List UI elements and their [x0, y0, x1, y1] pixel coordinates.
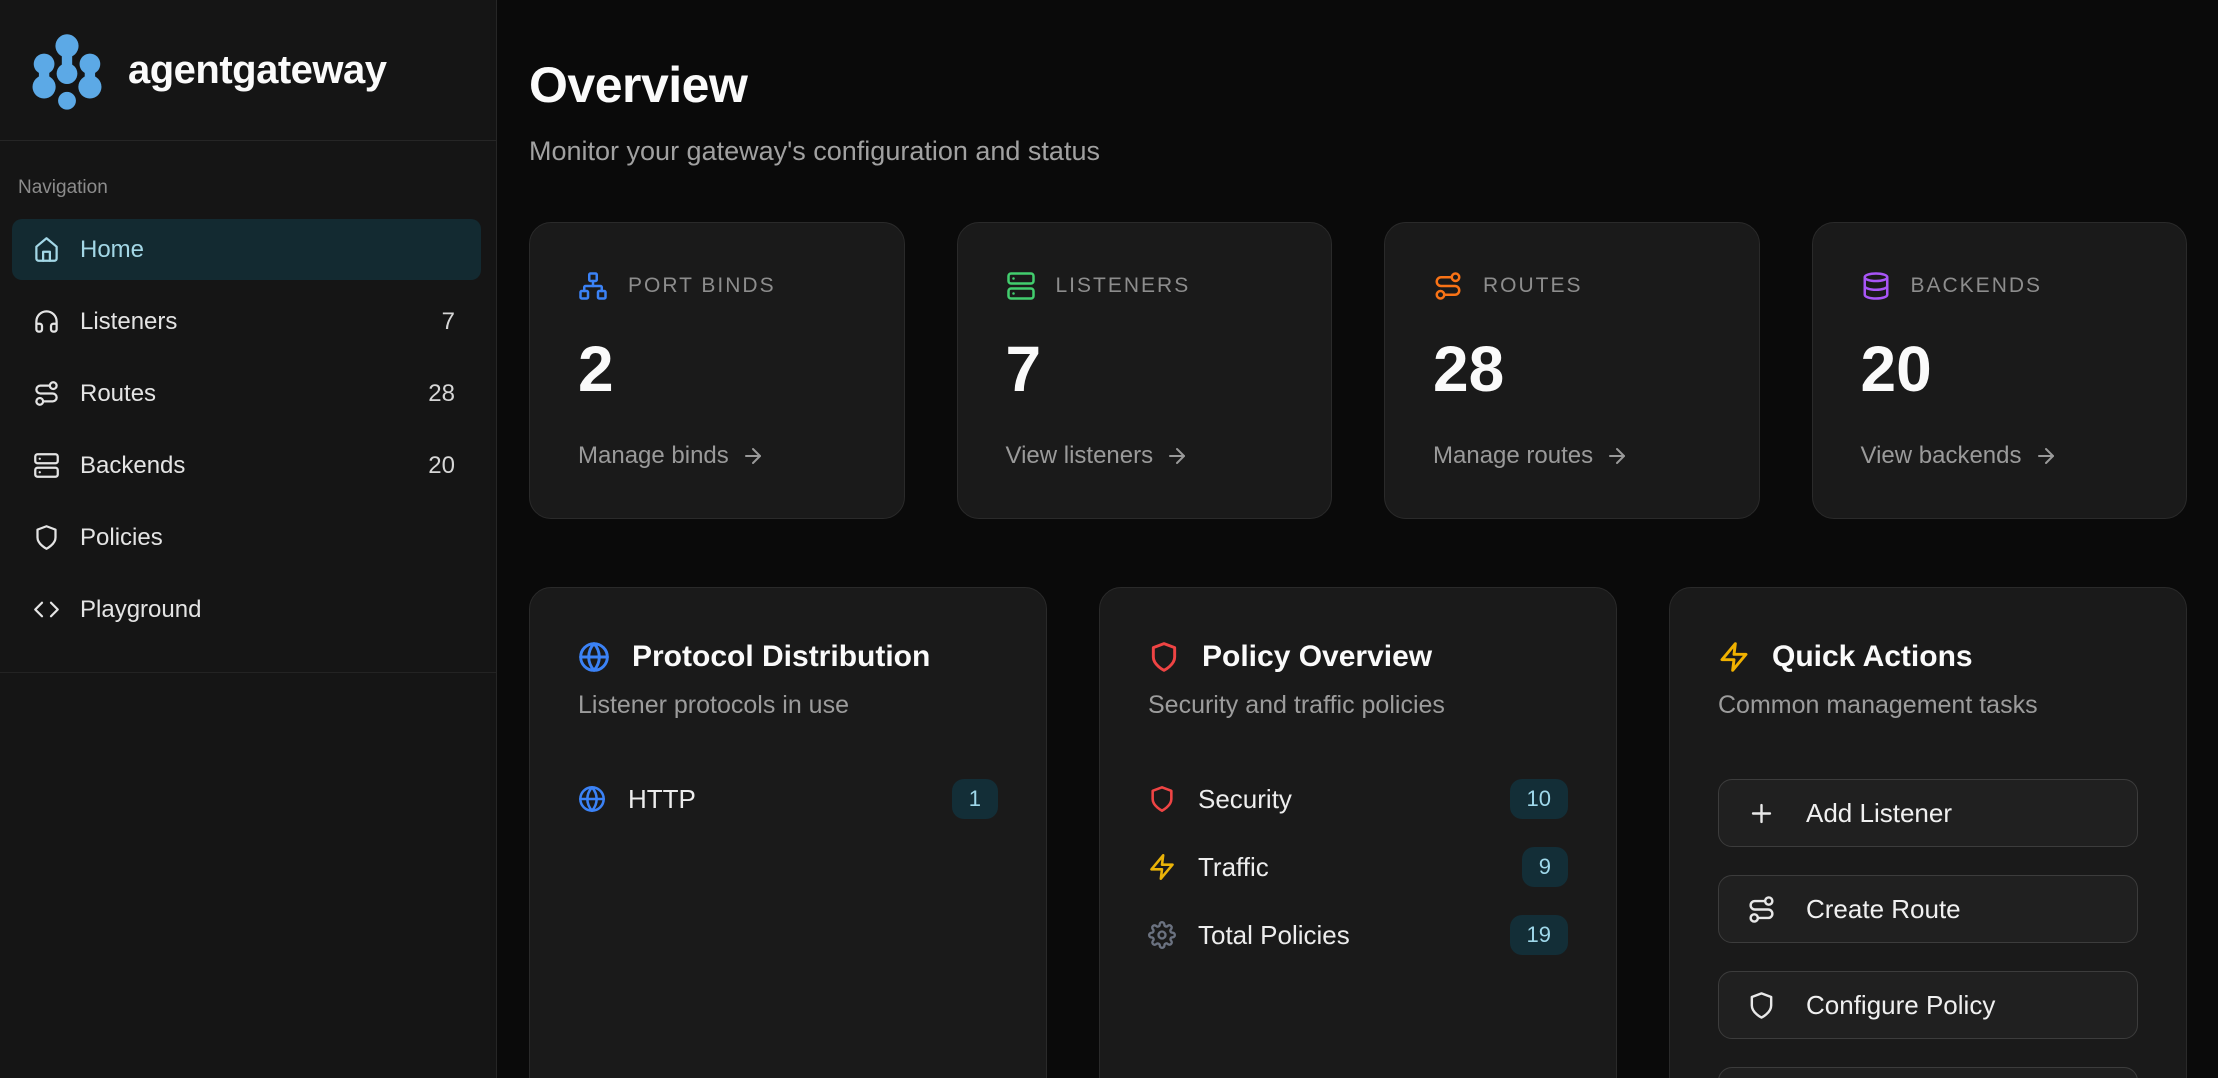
sidebar-nav: Navigation Home Listeners 7 Routes 28 — [0, 141, 496, 673]
database-icon — [1861, 271, 1891, 301]
lightning-icon — [1718, 641, 1750, 673]
globe-icon — [578, 785, 606, 813]
stat-label: LISTENERS — [1056, 274, 1191, 298]
protocol-count-badge: 1 — [952, 779, 998, 819]
sidebar: agentgateway Navigation Home Listeners 7… — [0, 0, 497, 1078]
stats-row: PORT BINDS 2 Manage binds LISTENERS 7 Vi… — [529, 222, 2187, 519]
stat-card-listeners: LISTENERS 7 View listeners — [957, 222, 1333, 519]
protocol-distribution-card: Protocol Distribution Listener protocols… — [529, 587, 1047, 1078]
quick-action-button-partial[interactable] — [1718, 1067, 2138, 1078]
server-icon — [33, 452, 60, 479]
policy-row-total: Total Policies 19 — [1148, 911, 1568, 959]
quick-action-label: Create Route — [1806, 894, 1961, 925]
nav-section-label: Navigation — [18, 177, 481, 199]
stat-label: PORT BINDS — [628, 274, 776, 298]
route-icon — [1747, 895, 1776, 924]
globe-icon — [578, 641, 610, 673]
arrow-right-icon — [1165, 444, 1189, 468]
sidebar-item-playground[interactable]: Playground — [12, 579, 481, 640]
sidebar-item-listeners[interactable]: Listeners 7 — [12, 291, 481, 352]
quick-actions-card: Quick Actions Common management tasks Ad… — [1669, 587, 2187, 1078]
sidebar-item-count: 7 — [442, 308, 455, 336]
stat-value: 2 — [578, 333, 856, 405]
policy-row-traffic: Traffic 9 — [1148, 843, 1568, 891]
manage-binds-link[interactable]: Manage binds — [578, 442, 856, 470]
route-icon — [33, 380, 60, 407]
sidebar-item-label: Routes — [80, 380, 428, 408]
panel-subtitle: Security and traffic policies — [1148, 688, 1568, 722]
panel-title: Policy Overview — [1202, 636, 1432, 678]
main-content: Overview Monitor your gateway's configur… — [497, 0, 2218, 1078]
stat-label: ROUTES — [1483, 274, 1583, 298]
code-icon — [33, 596, 60, 623]
quick-action-label: Configure Policy — [1806, 990, 1995, 1021]
protocol-row-http: HTTP 1 — [578, 775, 998, 823]
brand-header: agentgateway — [0, 0, 496, 141]
add-listener-button[interactable]: Add Listener — [1718, 779, 2138, 847]
stat-card-port-binds: PORT BINDS 2 Manage binds — [529, 222, 905, 519]
brand-name: agentgateway — [128, 48, 387, 93]
policy-count-badge: 10 — [1510, 779, 1568, 819]
arrow-right-icon — [741, 444, 765, 468]
stat-link-label: View backends — [1861, 442, 2022, 470]
stat-link-label: View listeners — [1006, 442, 1154, 470]
stat-card-routes: ROUTES 28 Manage routes — [1384, 222, 1760, 519]
sidebar-item-backends[interactable]: Backends 20 — [12, 435, 481, 496]
shield-icon — [1148, 785, 1176, 813]
sidebar-item-label: Playground — [80, 596, 455, 624]
stat-value: 7 — [1006, 333, 1284, 405]
stat-value: 28 — [1433, 333, 1711, 405]
house-icon — [33, 236, 60, 263]
lightning-icon — [1148, 853, 1176, 881]
headphones-icon — [33, 308, 60, 335]
shield-icon — [1148, 641, 1180, 673]
stat-card-backends: BACKENDS 20 View backends — [1812, 222, 2188, 519]
policy-name: Traffic — [1198, 852, 1522, 883]
panel-title: Protocol Distribution — [632, 636, 930, 678]
network-icon — [578, 271, 608, 301]
view-listeners-link[interactable]: View listeners — [1006, 442, 1284, 470]
protocol-name: HTTP — [628, 784, 952, 815]
server-icon — [1006, 271, 1036, 301]
policy-overview-card: Policy Overview Security and traffic pol… — [1099, 587, 1617, 1078]
sidebar-item-home[interactable]: Home — [12, 219, 481, 280]
policy-count-badge: 19 — [1510, 915, 1568, 955]
shield-icon — [1747, 991, 1776, 1020]
sidebar-item-label: Backends — [80, 452, 428, 480]
sidebar-item-count: 28 — [428, 380, 455, 408]
sidebar-item-label: Home — [80, 236, 455, 264]
page-title: Overview — [529, 57, 2187, 114]
sidebar-item-count: 20 — [428, 452, 455, 480]
policy-name: Total Policies — [1198, 920, 1510, 951]
create-route-button[interactable]: Create Route — [1718, 875, 2138, 943]
gear-icon — [1148, 921, 1176, 949]
policy-name: Security — [1198, 784, 1510, 815]
panel-title: Quick Actions — [1772, 636, 1973, 678]
stat-link-label: Manage routes — [1433, 442, 1593, 470]
quick-action-label: Add Listener — [1806, 798, 1952, 829]
arrow-right-icon — [1605, 444, 1629, 468]
policy-row-security: Security 10 — [1148, 775, 1568, 823]
sidebar-item-policies[interactable]: Policies — [12, 507, 481, 568]
agentgateway-logo-icon — [28, 29, 106, 111]
panels-row: Protocol Distribution Listener protocols… — [529, 587, 2187, 1078]
stat-value: 20 — [1861, 333, 2139, 405]
view-backends-link[interactable]: View backends — [1861, 442, 2139, 470]
stat-label: BACKENDS — [1911, 274, 2043, 298]
panel-subtitle: Listener protocols in use — [578, 688, 998, 722]
sidebar-item-routes[interactable]: Routes 28 — [12, 363, 481, 424]
shield-icon — [33, 524, 60, 551]
policy-count-badge: 9 — [1522, 847, 1568, 887]
configure-policy-button[interactable]: Configure Policy — [1718, 971, 2138, 1039]
route-icon — [1433, 271, 1463, 301]
panel-subtitle: Common management tasks — [1718, 688, 2138, 722]
sidebar-item-label: Policies — [80, 524, 455, 552]
page-subtitle: Monitor your gateway's configuration and… — [529, 134, 2187, 168]
plus-icon — [1747, 799, 1776, 828]
sidebar-item-label: Listeners — [80, 308, 442, 336]
manage-routes-link[interactable]: Manage routes — [1433, 442, 1711, 470]
arrow-right-icon — [2034, 444, 2058, 468]
stat-link-label: Manage binds — [578, 442, 729, 470]
